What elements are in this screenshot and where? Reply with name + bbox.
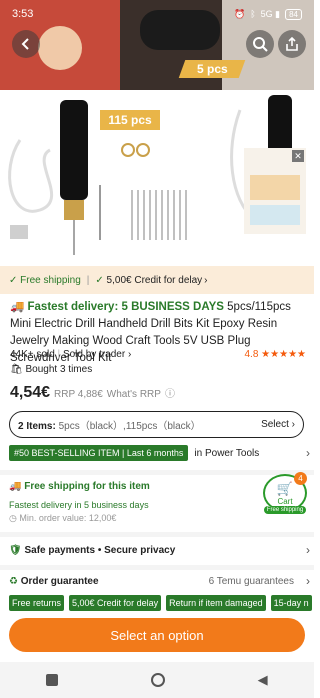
back-arrow-icon <box>21 38 29 50</box>
system-nav-bar: ◀ <box>0 662 314 698</box>
back-nav-button[interactable]: ◀ <box>258 672 268 688</box>
pill-free-returns: Free returns <box>9 595 65 611</box>
bought-times: 🛍 Bought 3 times <box>10 364 92 375</box>
guarantee-pills: Free returns 5,00€ Credit for delay Retu… <box>9 595 312 611</box>
guarantee-icon: ♻ <box>9 576 21 587</box>
signal-icon: 5G ▮ <box>260 8 281 19</box>
free-shipping-item: Free shipping for this item <box>24 481 150 492</box>
back-button[interactable] <box>12 30 40 58</box>
free-shipping-label: Free shipping <box>20 274 81 286</box>
chevron-right-icon: › <box>306 543 310 557</box>
fastest-delivery: Fastest delivery in 5 business days <box>9 500 149 510</box>
search-button[interactable] <box>246 30 274 58</box>
status-time: 3:53 <box>12 8 34 20</box>
guarantee-count: 6 Temu guarantees <box>208 576 294 587</box>
price-row: 4,54€ RRP 4,88€ What's RRP ⓘ <box>10 384 175 402</box>
variant-options: 5pcs（black）,115pcs（black） <box>58 421 201 432</box>
rating[interactable]: 4.8 ★★★★★ <box>244 349 306 360</box>
bestseller-row[interactable]: #50 BEST-SELLING ITEM | Last 6 months in… <box>9 445 259 461</box>
cart-label: Cart <box>277 496 293 506</box>
close-ad-button[interactable]: ✕ <box>292 150 304 162</box>
price: 4,54€ <box>10 384 51 401</box>
rrp: RRP 4,88€ <box>54 389 103 400</box>
pill-return-damaged: Return if item damaged <box>166 595 266 611</box>
check-icon: ✓ <box>9 274 21 286</box>
bought-label: Bought 3 times <box>25 364 93 375</box>
divider <box>0 565 314 570</box>
delivery-section[interactable]: 🚚 Free shipping for this item Fastest de… <box>9 481 306 524</box>
select-label: Select <box>261 419 289 430</box>
bestseller-tag: #50 BEST-SELLING ITEM | Last 6 months <box>9 445 189 461</box>
safe-payments-row[interactable]: 🛡 Safe payments • Secure privacy <box>9 545 306 556</box>
order-guarantee-label: Order guarantee <box>20 576 99 587</box>
banner-115pcs: 115 pcs <box>100 110 160 130</box>
banner-5pcs: 5 pcs <box>178 60 246 78</box>
check-icon: ✓ <box>95 274 107 286</box>
rating-value: 4.8 <box>244 349 259 360</box>
secure-privacy-label: Secure privacy <box>104 545 176 556</box>
close-icon: ✕ <box>294 150 302 161</box>
sold-count: 44K+ sold <box>10 349 55 360</box>
truck-icon: 🚚 <box>9 481 25 492</box>
clock-icon: ◷ <box>9 513 20 523</box>
min-order: Min. order value: 12,00€ <box>19 513 117 523</box>
cart-free-shipping: Free shipping <box>263 506 307 514</box>
chevron-right-icon: › <box>306 574 310 588</box>
items-label: 2 Items: <box>18 421 56 432</box>
order-guarantee-row[interactable]: ♻ Order guarantee 6 Temu guarantees <box>9 576 306 587</box>
divider <box>0 532 314 537</box>
seller-link[interactable]: Sold by trader <box>63 349 125 360</box>
chevron-right-icon: › <box>291 419 295 430</box>
variant-selector[interactable]: 2 Items: 5pcs（black）,115pcs（black） Selec… <box>9 411 304 438</box>
chevron-right-icon: › <box>306 446 310 460</box>
home-button[interactable] <box>150 673 165 687</box>
pill-credit-delay: 5,00€ Credit for delay <box>69 595 162 611</box>
bluetooth-icon: ᛒ <box>250 9 256 19</box>
divider: | <box>86 274 90 286</box>
recents-button[interactable] <box>46 674 59 686</box>
pill-15-day: 15-day n <box>270 595 312 611</box>
cart-button[interactable]: 4 🛒 Cart Free shipping <box>263 472 307 514</box>
chevron-right-icon: › <box>204 274 208 286</box>
whats-rrp-link[interactable]: What's RRP <box>107 389 161 400</box>
shipping-strip[interactable]: ✓ Free shipping | ✓ 5,00€ Credit for del… <box>0 266 314 294</box>
credit-label: 5,00€ Credit for delay <box>106 274 203 286</box>
bag-icon: 🛍 <box>10 364 23 375</box>
cart-count: 4 <box>294 472 307 485</box>
chevron-right-icon: › <box>127 349 132 360</box>
bestseller-category: in Power Tools <box>194 447 260 459</box>
sales-meta: 44K+ sold | Sold by trader › 4.8 ★★★★★ <box>10 349 306 360</box>
fast-delivery-label: Fastest delivery: 5 BUSINESS DAYS <box>27 301 224 313</box>
search-icon <box>253 37 268 52</box>
truck-icon: 🚚 <box>10 301 28 313</box>
help-icon[interactable]: ⓘ <box>165 385 175 400</box>
product-image-gallery[interactable]: 5 pcs 115 pcs ✕ <box>0 0 314 264</box>
share-icon <box>286 37 298 51</box>
safe-payments-label: Safe payments <box>24 545 96 556</box>
alarm-icon: ⏰ <box>234 8 246 19</box>
cart-icon: 🛒 <box>276 480 294 496</box>
divider <box>0 470 314 475</box>
battery-icon: 84 <box>285 8 302 20</box>
share-button[interactable] <box>278 30 306 58</box>
select-option-button[interactable]: Select an option <box>9 618 305 652</box>
status-bar: 3:53 ⏰ ᛒ 5G ▮ 84 <box>0 0 314 28</box>
shield-icon: 🛡 <box>9 545 25 556</box>
star-icons: ★★★★★ <box>261 349 306 360</box>
